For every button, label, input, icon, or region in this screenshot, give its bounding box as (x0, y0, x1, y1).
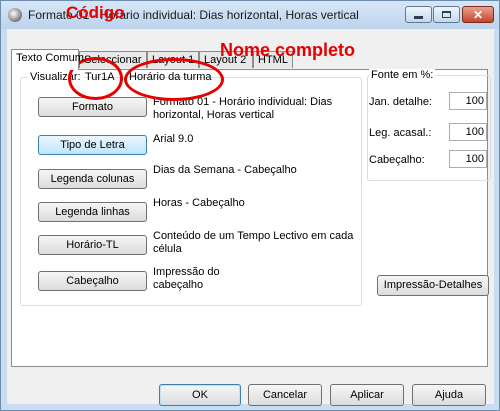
horario-tl-description: Conteúdo de um Tempo Lectivo em cada cél… (153, 230, 354, 255)
jan-detalhe-label: Jan. detalhe: (369, 96, 432, 108)
tab-texto-comum[interactable]: Texto Comum (11, 49, 84, 70)
impressao-detalhes-button[interactable]: Impressão-Detalhes (377, 275, 489, 296)
cabecalho-font-input[interactable]: 100 (449, 150, 487, 168)
legenda-colunas-button[interactable]: Legenda colunas (38, 169, 147, 189)
app-icon[interactable] (8, 8, 22, 22)
legenda-linhas-description: Horas - Cabeçalho (153, 197, 245, 209)
close-button[interactable]: ✕ (462, 6, 494, 23)
dialog-window: Formato 01 - Horário individual: Dias ho… (0, 0, 500, 411)
tipo-de-letra-description: Arial 9.0 (153, 133, 194, 145)
cabecalho-button[interactable]: Cabeçalho (38, 271, 147, 291)
leg-acasal-label: Leg. acasal.: (369, 127, 432, 139)
fonte-label: Fonte em %: (369, 69, 436, 81)
ok-button[interactable]: OK (159, 384, 241, 406)
legenda-colunas-description: Dias da Semana - Cabeçalho (153, 164, 297, 176)
cancel-button[interactable]: Cancelar (248, 384, 322, 406)
codigo-annotation: Código (66, 3, 125, 22)
cabecalho-description: Impressão do cabeçalho (153, 266, 220, 291)
maximize-icon (442, 11, 451, 18)
leg-acasal-input[interactable]: 100 (449, 123, 487, 141)
help-button[interactable]: Ajuda (412, 384, 486, 406)
minimize-icon (414, 16, 423, 19)
nome-completo-annotation: Nome completo (220, 40, 356, 60)
full-name-highlight-ring (124, 58, 224, 101)
minimize-button[interactable] (405, 6, 432, 23)
formato-button[interactable]: Formato (38, 97, 147, 117)
apply-button[interactable]: Aplicar (330, 384, 404, 406)
close-icon: ✕ (472, 7, 484, 22)
tipo-de-letra-button[interactable]: Tipo de Letra (38, 135, 147, 155)
cabecalho-font-label: Cabeçalho: (369, 154, 425, 166)
legenda-linhas-button[interactable]: Legenda linhas (38, 202, 147, 222)
jan-detalhe-input[interactable]: 100 (449, 92, 487, 110)
maximize-button[interactable] (433, 6, 460, 23)
horario-tl-button[interactable]: Horário-TL (38, 235, 147, 255)
